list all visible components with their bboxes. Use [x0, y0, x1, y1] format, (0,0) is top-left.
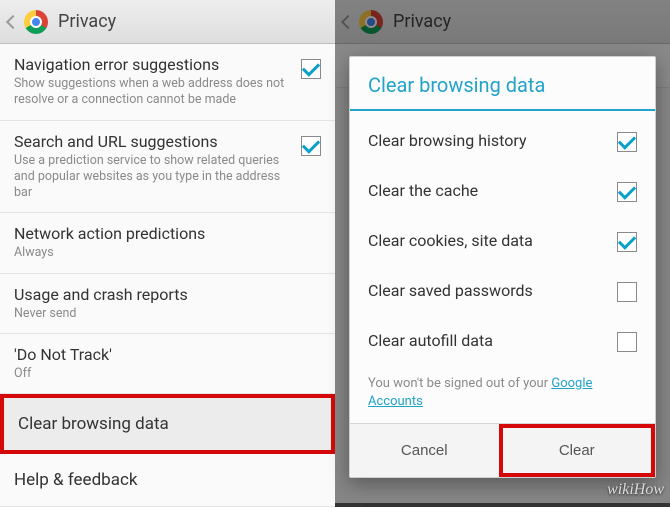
checkbox[interactable] [301, 59, 321, 79]
setting-title: Network action predictions [14, 224, 321, 243]
divider [350, 109, 655, 111]
privacy-settings-screen: Privacy Navigation error suggestions Sho… [0, 0, 335, 503]
setting-search-url[interactable]: Search and URL suggestions Use a predict… [0, 121, 335, 214]
setting-network-predictions[interactable]: Network action predictions Always [0, 213, 335, 273]
setting-nav-error[interactable]: Navigation error suggestions Show sugges… [0, 44, 335, 121]
clear-browsing-data-row[interactable]: Clear browsing data [0, 394, 335, 454]
back-icon[interactable] [6, 14, 20, 28]
setting-subtitle: Always [14, 245, 321, 261]
dialog-buttons: Cancel Clear [350, 423, 655, 477]
settings-list: Navigation error suggestions Show sugges… [0, 44, 335, 507]
privacy-settings-screen-dimmed: Privacy Navigation error suggestions Cle… [335, 0, 670, 503]
dialog-note: You won't be signed out of your Google A… [350, 365, 655, 415]
setting-title: Usage and crash reports [14, 285, 321, 304]
setting-title: Search and URL suggestions [14, 132, 291, 151]
option-clear-history[interactable]: Clear browsing history [350, 115, 655, 165]
checkbox[interactable] [617, 332, 637, 352]
checkbox[interactable] [617, 232, 637, 252]
clear-browsing-data-dialog: Clear browsing data Clear browsing histo… [349, 56, 656, 478]
page-title: Privacy [58, 11, 116, 32]
setting-subtitle: Show suggestions when a web address does… [14, 76, 291, 109]
checkbox[interactable] [301, 136, 321, 156]
option-label: Clear the cache [368, 181, 617, 200]
setting-usage-crash[interactable]: Usage and crash reports Never send [0, 274, 335, 334]
checkbox[interactable] [617, 182, 637, 202]
watermark: wikiHow [607, 481, 664, 499]
option-clear-cookies[interactable]: Clear cookies, site data [350, 215, 655, 265]
setting-dnt[interactable]: 'Do Not Track' Off [0, 334, 335, 394]
setting-subtitle: Use a prediction service to show related… [14, 153, 291, 202]
option-label: Clear autofill data [368, 331, 617, 350]
checkbox[interactable] [617, 282, 637, 302]
setting-subtitle: Never send [14, 306, 321, 322]
chrome-icon [24, 10, 48, 34]
setting-subtitle: Off [14, 366, 321, 382]
checkbox[interactable] [617, 132, 637, 152]
dialog-title: Clear browsing data [350, 57, 655, 109]
help-feedback-row[interactable]: Help & feedback [0, 454, 335, 507]
option-label: Clear cookies, site data [368, 231, 617, 250]
option-clear-autofill[interactable]: Clear autofill data [350, 315, 655, 365]
setting-title: 'Do Not Track' [14, 345, 321, 364]
cancel-button[interactable]: Cancel [350, 424, 499, 477]
option-label: Clear saved passwords [368, 281, 617, 300]
setting-title: Navigation error suggestions [14, 55, 291, 74]
option-label: Clear browsing history [368, 131, 617, 150]
header-bar: Privacy [0, 0, 335, 44]
clear-button[interactable]: Clear [499, 424, 656, 477]
option-clear-passwords[interactable]: Clear saved passwords [350, 265, 655, 315]
option-clear-cache[interactable]: Clear the cache [350, 165, 655, 215]
